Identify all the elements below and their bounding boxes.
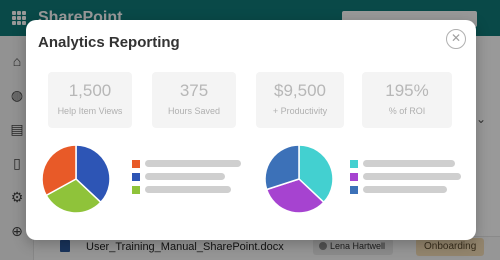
stat-label: % of ROI <box>388 106 426 116</box>
legend-swatch <box>350 173 358 181</box>
legend-label-placeholder <box>145 173 225 180</box>
legend-swatch <box>350 160 358 168</box>
legend-swatch <box>132 160 140 168</box>
stat-value: 375 <box>179 81 209 100</box>
stat-card-productivity: $9,500 + Productivity <box>256 72 344 128</box>
legend-label-placeholder <box>363 173 461 180</box>
legend-label-placeholder <box>363 160 455 167</box>
stat-value: 1,500 <box>68 81 112 100</box>
stat-card-hours-saved: 375 Hours Saved <box>152 72 236 128</box>
stat-card-help-views: 1,500 Help Item Views <box>48 72 132 128</box>
stat-label: Hours Saved <box>167 106 221 116</box>
close-icon[interactable]: ✕ <box>446 29 466 49</box>
stat-card-roi: 195% % of ROI <box>362 72 452 128</box>
left-pie-chart <box>41 144 111 214</box>
legend-swatch <box>350 186 358 194</box>
stat-label: Help Item Views <box>57 106 123 116</box>
legend-swatch <box>132 186 140 194</box>
stat-value: 195% <box>385 81 429 100</box>
stat-value: $9,500 <box>274 81 326 100</box>
legend-swatch <box>132 173 140 181</box>
legend-label-placeholder <box>363 186 447 193</box>
modal-title: Analytics Reporting <box>38 34 180 51</box>
right-pie-chart <box>264 144 334 214</box>
legend-label-placeholder <box>145 186 231 193</box>
stat-label: + Productivity <box>272 106 328 116</box>
analytics-modal: Analytics Reporting ✕ 1,500 Help Item Vi… <box>26 20 476 240</box>
legend-label-placeholder <box>145 160 241 167</box>
